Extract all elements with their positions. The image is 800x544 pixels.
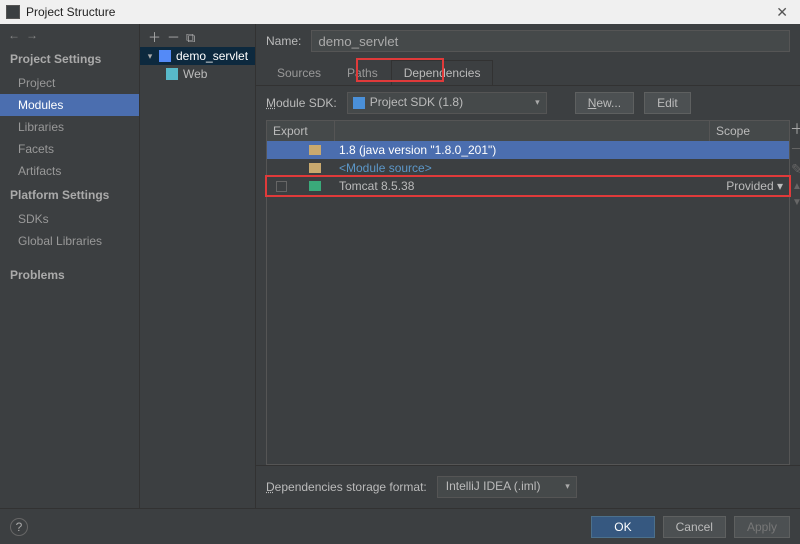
- dependencies-header: Export Scope: [267, 121, 789, 141]
- caret-down-icon[interactable]: ▾: [146, 51, 154, 62]
- chevron-down-icon: ▾: [565, 481, 570, 492]
- dependency-row-jdk[interactable]: 1.8 (java version "1.8.0_201"): [267, 141, 789, 159]
- folder-icon: [309, 145, 321, 155]
- module-node-demo-servlet[interactable]: ▾ demo_servlet: [140, 47, 255, 65]
- dependencies-toolbar: ＋ － ✎ ▲ ▼: [790, 120, 800, 208]
- sidebar-item-global-libraries[interactable]: Global Libraries: [0, 230, 139, 252]
- module-tree: ＋ － ⧉ ▾ demo_servlet Web: [140, 24, 256, 508]
- settings-sidebar: ← → Project Settings Project Modules Lib…: [0, 24, 140, 508]
- tab-sources[interactable]: Sources: [264, 60, 334, 85]
- section-platform-settings: Platform Settings: [0, 182, 139, 208]
- sdk-icon: [353, 97, 365, 109]
- main-panel: Name: Sources Paths Dependencies Module …: [256, 24, 800, 508]
- dependencies-table: Export Scope 1.8 (java version "1.8.0_20…: [266, 120, 790, 465]
- dependency-row-module-source[interactable]: <Module source>: [267, 159, 789, 177]
- add-dependency-icon[interactable]: ＋: [790, 122, 800, 136]
- remove-dependency-icon[interactable]: －: [790, 142, 800, 156]
- tab-paths[interactable]: Paths: [334, 60, 391, 85]
- edit-dependency-icon[interactable]: ✎: [791, 162, 800, 176]
- chevron-down-icon: ▾: [535, 97, 540, 108]
- storage-value: IntelliJ IDEA (.iml): [446, 479, 541, 493]
- dependency-label: Tomcat 8.5.38: [335, 179, 709, 193]
- module-icon: [159, 50, 171, 62]
- sdk-new-button[interactable]: New...: [575, 92, 634, 114]
- nav-back-icon[interactable]: ←: [8, 28, 20, 42]
- sidebar-item-facets[interactable]: Facets: [0, 138, 139, 160]
- cancel-button[interactable]: Cancel: [663, 516, 726, 538]
- dependency-row-tomcat[interactable]: Tomcat 8.5.38 Provided ▾: [267, 177, 789, 195]
- add-module-icon[interactable]: ＋: [148, 31, 161, 44]
- sidebar-item-libraries[interactable]: Libraries: [0, 116, 139, 138]
- export-checkbox[interactable]: [276, 181, 287, 192]
- help-button[interactable]: ?: [10, 518, 28, 536]
- library-icon: [309, 181, 321, 191]
- folder-icon: [309, 163, 321, 173]
- copy-module-icon[interactable]: ⧉: [186, 31, 195, 44]
- move-down-icon[interactable]: ▼: [792, 198, 800, 208]
- sdk-value: Project SDK (1.8): [370, 95, 463, 109]
- window-title: Project Structure: [26, 5, 770, 19]
- header-export[interactable]: Export: [267, 121, 335, 141]
- dependency-label: <Module source>: [335, 161, 709, 175]
- chevron-down-icon: ▾: [777, 179, 783, 193]
- tab-dependencies[interactable]: Dependencies: [391, 60, 494, 85]
- facet-label: Web: [183, 67, 207, 81]
- module-label: demo_servlet: [176, 49, 248, 63]
- sdk-edit-button[interactable]: Edit: [644, 92, 691, 114]
- dependency-label: 1.8 (java version "1.8.0_201"): [335, 143, 709, 157]
- storage-format-label: Dependencies storage format:: [266, 480, 427, 494]
- module-name-input[interactable]: [311, 30, 790, 52]
- storage-format-select[interactable]: IntelliJ IDEA (.iml) ▾: [437, 476, 577, 498]
- move-up-icon[interactable]: ▲: [792, 182, 800, 192]
- apply-button[interactable]: Apply: [734, 516, 790, 538]
- window-titlebar: Project Structure ✕: [0, 0, 800, 24]
- sidebar-item-sdks[interactable]: SDKs: [0, 208, 139, 230]
- sidebar-item-problems[interactable]: Problems: [0, 262, 139, 288]
- web-facet-icon: [166, 68, 178, 80]
- close-icon[interactable]: ✕: [770, 4, 794, 21]
- ok-button[interactable]: OK: [591, 516, 654, 538]
- module-sdk-select[interactable]: Project SDK (1.8) ▾: [347, 92, 547, 114]
- remove-module-icon[interactable]: －: [167, 31, 180, 44]
- name-label: Name:: [266, 34, 301, 48]
- section-project-settings: Project Settings: [0, 46, 139, 72]
- dialog-footer: ? OK Cancel Apply: [0, 508, 800, 544]
- app-icon: [6, 5, 20, 19]
- sidebar-item-artifacts[interactable]: Artifacts: [0, 160, 139, 182]
- nav-forward-icon[interactable]: →: [26, 28, 38, 42]
- sidebar-item-modules[interactable]: Modules: [0, 94, 139, 116]
- sidebar-item-project[interactable]: Project: [0, 72, 139, 94]
- header-scope[interactable]: Scope: [709, 121, 789, 141]
- scope-select[interactable]: Provided ▾: [709, 179, 789, 193]
- module-tabs: Sources Paths Dependencies: [256, 58, 800, 86]
- sdk-label: Module SDK:: [266, 96, 337, 110]
- facet-node-web[interactable]: Web: [140, 65, 255, 83]
